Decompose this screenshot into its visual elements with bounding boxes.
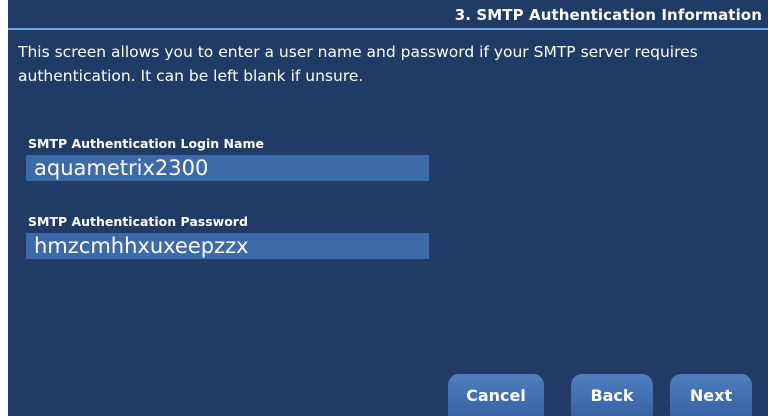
title-divider xyxy=(8,28,768,30)
password-label: SMTP Authentication Password xyxy=(28,214,248,229)
password-input[interactable] xyxy=(26,233,429,259)
back-button[interactable]: Back xyxy=(571,374,653,416)
intro-text: This screen allows you to enter a user n… xyxy=(18,43,698,85)
login-name-label: SMTP Authentication Login Name xyxy=(28,136,264,151)
cancel-button[interactable]: Cancel xyxy=(448,374,544,416)
page-title: 3. SMTP Authentication Information xyxy=(454,6,762,24)
next-button[interactable]: Next xyxy=(670,374,752,416)
smtp-auth-panel: 3. SMTP Authentication Information This … xyxy=(8,0,768,416)
login-name-input[interactable] xyxy=(26,155,429,181)
